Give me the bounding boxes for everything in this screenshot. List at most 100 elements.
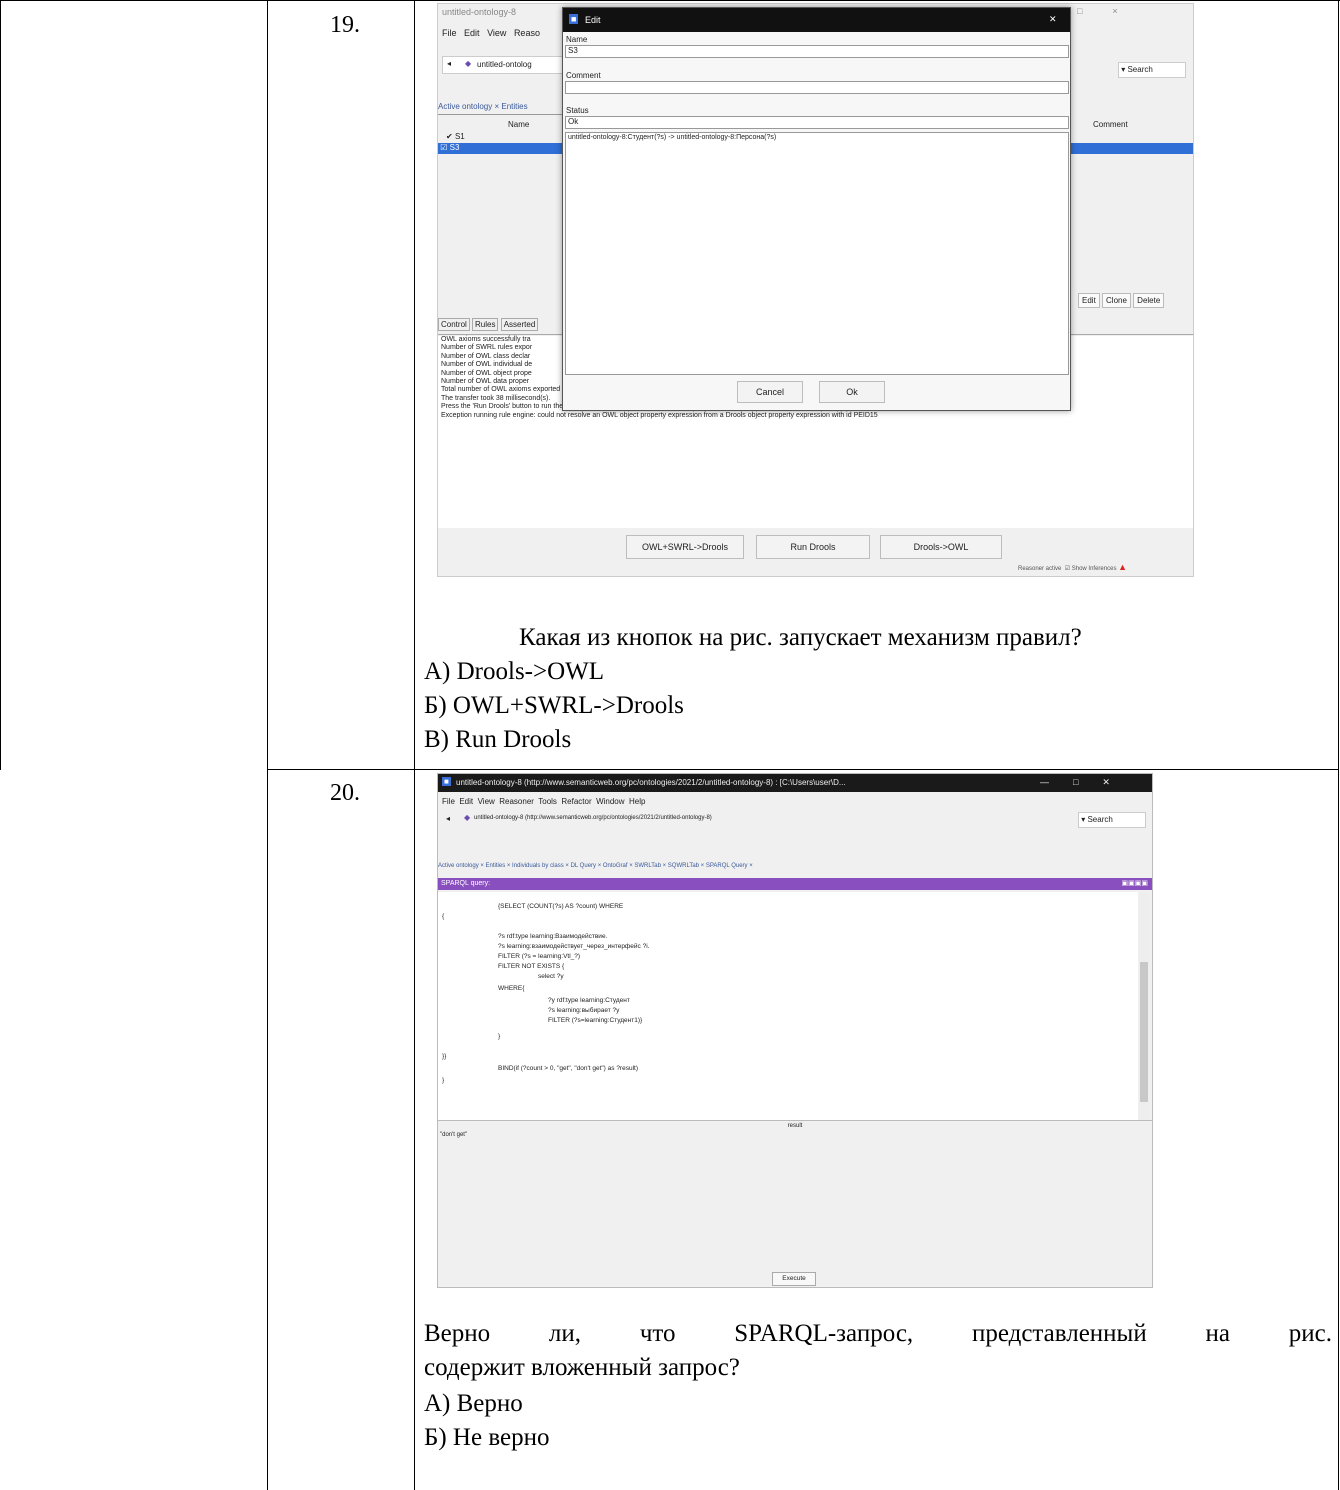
query-line: FILTER (?s=learning:Студент1)} — [548, 1017, 643, 1024]
ontology-icon: ◆ — [465, 59, 472, 68]
address-text: untitled-ontology-8 (http://www.semantic… — [474, 815, 712, 821]
dialog-title: Edit — [585, 15, 601, 25]
menu-bar-20[interactable]: File Edit View Reasoner Tools Refactor W… — [442, 797, 645, 806]
query-line: } — [442, 1077, 445, 1084]
q19-option-c: В) Run Drools — [424, 726, 572, 753]
menu-refactor[interactable]: Refactor — [561, 797, 591, 806]
query-line: { — [442, 913, 445, 920]
table-right-border — [1338, 0, 1339, 1490]
col-name-header: Name — [508, 120, 530, 129]
owl-swrl-drools-button[interactable]: OWL+SWRL->Drools — [626, 535, 744, 559]
q20-option-b: Б) Не верно — [424, 1424, 550, 1451]
menu-tools[interactable]: Tools — [538, 797, 557, 806]
menu-edit[interactable]: Edit — [464, 28, 480, 38]
col-comment-header: Comment — [1093, 120, 1128, 129]
app-icon: ■ — [569, 14, 579, 24]
query-line: WHERE{ — [498, 985, 525, 992]
menu-view[interactable]: View — [478, 797, 495, 806]
menu-edit[interactable]: Edit — [459, 797, 473, 806]
query-line: ?s learning:взаимодействует_через_интерф… — [498, 943, 650, 950]
row-divider — [267, 769, 1339, 770]
name-label: Name — [566, 35, 588, 44]
dialog-titlebar: ■ Edit ✕ — [563, 8, 1070, 32]
question-number-20: 20. — [330, 780, 360, 806]
query-line: ?s learning:выбирает ?y — [548, 1007, 620, 1014]
query-line: } — [498, 1033, 501, 1040]
q19-option-a: А) Drools->OWL — [424, 658, 605, 685]
column-divider-2 — [414, 0, 415, 1490]
reasoner-status: Reasoner active — [1018, 566, 1062, 572]
warning-icon: ▲ — [1118, 562, 1128, 572]
rule-text-area[interactable]: untitled-ontology-8:Студент(?s) -> untit… — [565, 132, 1069, 375]
q19-option-b: Б) OWL+SWRL->Drools — [424, 692, 684, 719]
panel-title: SPARQL query: — [441, 880, 491, 887]
edit-rule-button[interactable]: Edit — [1078, 293, 1100, 308]
comment-label: Comment — [566, 71, 601, 80]
ontology-icon: ◆ — [464, 813, 471, 822]
address-bar-20[interactable]: ◂ ◆ untitled-ontology-8 (http://www.sema… — [442, 812, 1082, 826]
sparql-panel-header: SPARQL query: ▣▣▣▣ — [438, 878, 1152, 890]
comment-field[interactable] — [565, 81, 1069, 94]
query-line: ?s rdf:type learning:Взаимодействие. — [498, 933, 608, 940]
menu-view[interactable]: View — [487, 28, 506, 38]
question-number-19: 19. — [330, 12, 360, 38]
name-field[interactable]: S3 — [565, 45, 1069, 58]
status-label: Status — [566, 106, 589, 115]
question-20-line-2: содержит вложенный запрос? — [424, 1354, 740, 1381]
window-controls-20[interactable]: —□✕ — [1040, 777, 1134, 788]
menu-reasoner[interactable]: Reasoner — [499, 797, 534, 806]
status-field[interactable]: Ok — [565, 116, 1069, 129]
menu-bar-19[interactable]: File Edit View Reaso — [442, 28, 540, 38]
show-inferences-checkbox[interactable]: ☑ Show Inferences — [1065, 566, 1117, 572]
tab-asserted[interactable]: Asserted — [500, 318, 539, 331]
delete-rule-button[interactable]: Delete — [1133, 293, 1165, 308]
menu-reasoner[interactable]: Reaso — [514, 28, 540, 38]
result-table: "don't get" — [438, 1131, 1152, 1281]
address-text: untitled-ontolog — [477, 60, 532, 69]
query-line: FILTER (?s = learning:Vtl_?) — [498, 953, 581, 960]
query-line: FILTER NOT EXISTS { — [498, 963, 565, 970]
drools-owl-button[interactable]: Drools->OWL — [880, 535, 1002, 559]
cancel-button[interactable]: Cancel — [737, 381, 803, 403]
protege-window-20: ■ untitled-ontology-8 (http://www.semant… — [437, 773, 1153, 1288]
tab-bar-20[interactable]: Active ontology × Entities × Individuals… — [438, 860, 1152, 872]
query-line: ?y rdf:type learning:Студент — [548, 997, 630, 1004]
q20-option-a: А) Верно — [424, 1390, 523, 1417]
row-actions-19: Edit Clone Delete — [1078, 293, 1165, 308]
sparql-query-editor[interactable]: {SELECT (COUNT(?s) AS ?count) WHERE { ?s… — [438, 892, 1138, 1120]
menu-window[interactable]: Window — [596, 797, 624, 806]
run-drools-button[interactable]: Run Drools — [756, 535, 870, 559]
menu-file[interactable]: File — [442, 28, 457, 38]
tab-bar-19[interactable]: Active ontology × Entities — [438, 100, 568, 115]
menu-help[interactable]: Help — [629, 797, 645, 806]
table-top-border — [0, 0, 1340, 1]
rule-row-s1[interactable]: ✔ S1 — [446, 132, 465, 141]
execute-button[interactable]: Execute — [772, 1272, 816, 1286]
search-box-19[interactable]: ▾ Search — [1118, 62, 1186, 78]
column-divider-1 — [267, 0, 268, 1490]
table-left-border — [0, 0, 1, 770]
question-19-text: Какая из кнопок на рис. запускает механи… — [519, 624, 1082, 651]
editor-scrollbar[interactable] — [1139, 892, 1149, 1120]
app-icon: ■ — [442, 777, 451, 786]
log-line: Exception running rule engine: could not… — [441, 411, 878, 419]
tab-control[interactable]: Control — [438, 318, 470, 331]
panel-controls-icon[interactable]: ▣▣▣▣ — [1122, 878, 1148, 890]
query-line: BIND(if (?count > 0, "get", "don't get")… — [498, 1065, 638, 1072]
window-titlebar-20: ■ untitled-ontology-8 (http://www.semant… — [438, 774, 1152, 792]
window-title-20: untitled-ontology-8 (http://www.semantic… — [456, 778, 846, 787]
close-icon[interactable]: ✕ — [1049, 14, 1057, 25]
status-bar-19: Reasoner active ☑ Show Inferences ▲ — [1018, 562, 1127, 572]
query-line: {SELECT (COUNT(?s) AS ?count) WHERE — [498, 903, 624, 910]
clone-rule-button[interactable]: Clone — [1102, 293, 1131, 308]
menu-file[interactable]: File — [442, 797, 455, 806]
edit-dialog: ■ Edit ✕ Name S3 Comment Status Ok untit… — [562, 7, 1071, 411]
tab-rules[interactable]: Rules — [472, 318, 499, 331]
result-cell: "don't get" — [440, 1132, 468, 1138]
ok-button[interactable]: Ok — [819, 381, 885, 403]
query-line: select ?y — [538, 973, 564, 980]
query-line: }} — [442, 1053, 447, 1060]
window-title-19: untitled-ontology-8 — [442, 7, 517, 17]
search-box-20[interactable]: ▾ Search — [1078, 812, 1146, 828]
question-20-line-1: Верно ли, что SPARQL-запрос, представлен… — [424, 1320, 1332, 1347]
